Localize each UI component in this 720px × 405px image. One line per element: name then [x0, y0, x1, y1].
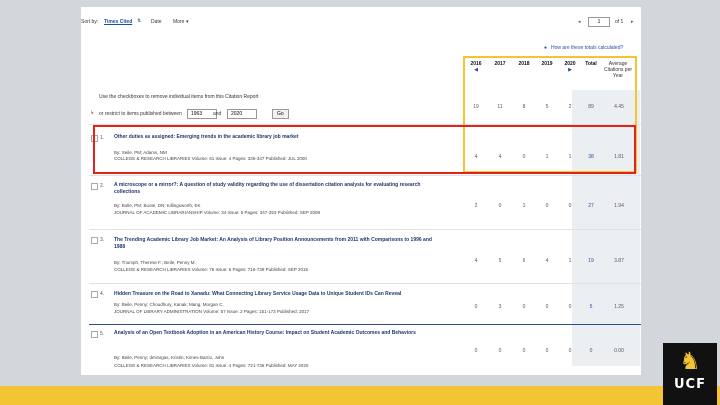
cite-2016: 0 [474, 348, 478, 354]
restrict-label: or restrict to items published between [99, 111, 182, 117]
record-authors: By: Beile, Penny; deVargas, Kristin; Kim… [114, 355, 225, 360]
sort-more[interactable]: More [173, 19, 184, 25]
cite-2017: 3 [498, 304, 502, 310]
cite-2020: 0 [568, 203, 572, 209]
cite-2019: 0 [545, 348, 549, 354]
record-number: 5. [100, 331, 105, 337]
sort-direction-icon[interactable]: ⇅ [137, 18, 141, 24]
cite-2018[interactable]: 1 [513, 203, 535, 209]
record-row: 5. Analysis of an Open Textbook Adoption… [81, 327, 641, 375]
cite-total: 0 [589, 348, 593, 354]
record-source: JOURNAL OF ACADEMIC LIBRARIANSHIP Volume… [114, 210, 321, 215]
chevron-down-icon[interactable]: ▾ [186, 19, 189, 25]
logo-text: UCF [674, 377, 706, 392]
cite-2016: 2 [474, 203, 478, 209]
cite-2017: 0 [498, 203, 502, 209]
record-source: JOURNAL OF LIBRARY ADMINISTRATION Volume… [114, 309, 310, 314]
record-title[interactable]: Hidden Treasure on the Road to Xanadu: W… [114, 291, 444, 298]
help-link[interactable]: How are these totals calculated? [551, 45, 623, 51]
divider [89, 229, 641, 230]
record-checkbox[interactable] [91, 291, 98, 298]
cite-2018: 6 [522, 258, 526, 264]
record-row: 4. Hidden Treasure on the Road to Xanadu… [81, 287, 641, 323]
cite-2020: 0 [568, 304, 572, 310]
cite-2016: 4 [474, 258, 478, 264]
divider [89, 175, 641, 176]
cite-2019: 0 [545, 304, 549, 310]
cite-average: 1.25 [614, 304, 624, 310]
footer-bar [0, 386, 720, 405]
sort-date[interactable]: Date [151, 19, 162, 25]
cite-total[interactable]: 27 [580, 203, 602, 209]
record-source: COLLEGE & RESEARCH LIBRARIES Volume: 81 … [114, 363, 309, 368]
next-page-icon[interactable]: ▸ [631, 19, 634, 25]
record-number: 2. [100, 183, 105, 189]
pegasus-icon: ♞ [679, 348, 701, 375]
go-button[interactable]: Go [272, 109, 289, 119]
record-checkbox[interactable] [91, 331, 98, 338]
cite-average: 3.87 [614, 258, 624, 264]
cite-2019: 4 [545, 258, 549, 264]
year-to-select[interactable]: 2020 [227, 109, 257, 119]
record-authors: By: Triumph, Therese F.; Beile, Penny M. [114, 260, 196, 265]
divider [89, 324, 641, 325]
divider [89, 283, 641, 284]
record-row: 2. A microscope or a mirror?: A question… [81, 179, 641, 229]
record-title[interactable]: Analysis of an Open Textbook Adoption in… [114, 330, 444, 337]
record-checkbox[interactable] [91, 183, 98, 190]
page-total: of 1 [615, 19, 624, 25]
record-authors: By: Bolle, PM; Boote, DN; Killingsworth,… [114, 203, 201, 208]
record-source: COLLEGE & RESEARCH LIBRARIES Volume: 76 … [114, 267, 309, 272]
prev-page-icon[interactable]: ◂ [578, 19, 581, 25]
record-title[interactable]: The Trending Academic Library Job Market… [114, 237, 444, 251]
cite-2017: 0 [498, 348, 502, 354]
record-authors: By: Beile, Penny; Choudhury, Kanak; Mang… [114, 302, 224, 307]
cite-2020: 1 [568, 258, 572, 264]
remove-items-hint: Use the checkboxes to remove individual … [99, 94, 259, 100]
cite-2018: 0 [522, 348, 526, 354]
record-highlight-box [93, 125, 636, 174]
record-row: 3. The Trending Academic Library Job Mar… [81, 233, 641, 283]
cite-2018: 0 [522, 304, 526, 310]
record-number: 4. [100, 291, 105, 297]
restrict-and: and [213, 111, 222, 117]
sort-label: Sort by: [81, 19, 99, 25]
cite-total[interactable]: 5 [580, 304, 602, 310]
sort-times-cited[interactable]: Times Cited [104, 19, 132, 25]
cite-2016: 0 [474, 304, 478, 310]
cite-2019: 0 [545, 203, 549, 209]
cite-average: 1.94 [614, 203, 624, 209]
page-number-input[interactable]: 1 [588, 17, 610, 27]
record-checkbox[interactable] [91, 237, 98, 244]
cite-2020: 0 [568, 348, 572, 354]
cite-total[interactable]: 19 [580, 258, 602, 264]
cite-2017: 5 [498, 258, 502, 264]
ucf-logo: ♞ UCF [663, 343, 717, 405]
corner-arrow-icon: ↳ [90, 110, 95, 116]
record-number: 3. [100, 237, 105, 243]
cite-average: 0.00 [614, 348, 624, 354]
sort-bar: Sort by: Times Cited ⇅ Date More ▾ ◂ 1 o… [81, 17, 641, 29]
record-title[interactable]: A microscope or a mirror?: A question of… [114, 182, 444, 196]
help-icon[interactable]: ● [544, 45, 547, 51]
